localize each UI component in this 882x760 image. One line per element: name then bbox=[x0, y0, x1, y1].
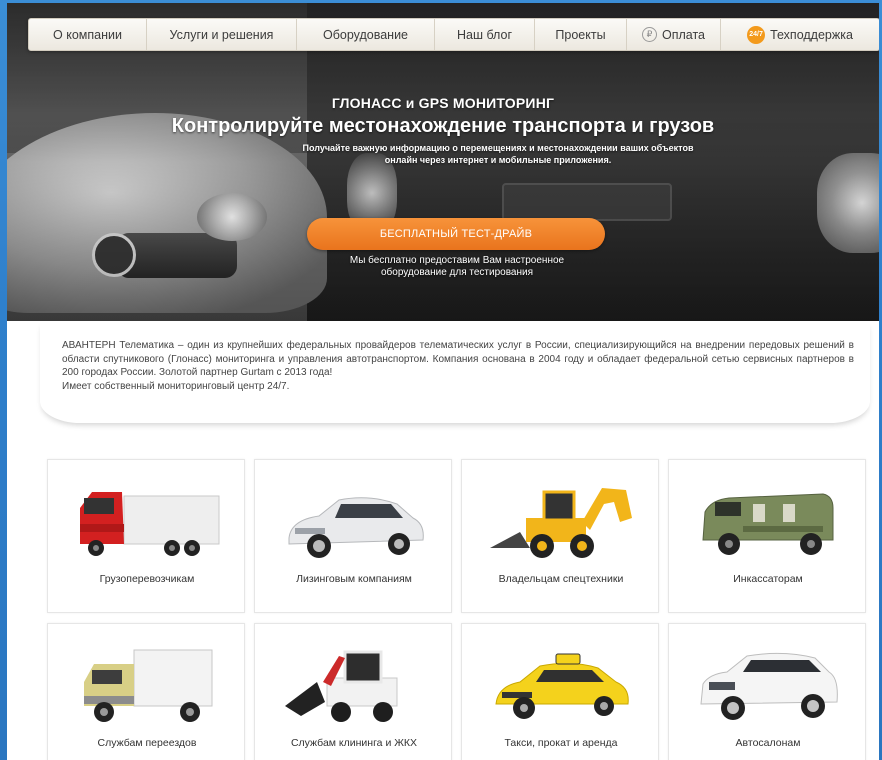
moving-van-icon bbox=[84, 649, 213, 722]
armored-van-icon bbox=[702, 493, 834, 555]
nav-label: Проекты bbox=[555, 27, 606, 42]
card-taxi-rental[interactable]: Такси, прокат и аренда bbox=[461, 623, 659, 760]
nav-item-blog[interactable]: Наш блог bbox=[435, 19, 535, 50]
card-freight-carriers[interactable]: Грузоперевозчикам bbox=[47, 459, 245, 613]
nav-label: Наш блог bbox=[456, 27, 513, 42]
nav-label: О компании bbox=[53, 27, 122, 42]
card-label: Автосалонам bbox=[735, 737, 801, 749]
about-text: АВАНТЕРН Телематика – один из крупнейших… bbox=[62, 339, 854, 393]
nav-label: Оборудование bbox=[322, 27, 409, 42]
nav-label: Техподдержка bbox=[770, 27, 853, 42]
nav-label: Оплата bbox=[662, 27, 705, 42]
truck-icon bbox=[80, 492, 220, 556]
nav-label: Услуги и решения bbox=[169, 27, 274, 42]
page: ГЛОНАСС и GPS МОНИТОРИНГ Контролируйте м… bbox=[7, 3, 879, 760]
about-company-block: АВАНТЕРН Телематика – один из крупнейших… bbox=[40, 321, 870, 423]
card-moving-services[interactable]: Службам переездов bbox=[47, 623, 245, 760]
hero-text-block: ГЛОНАСС и GPS МОНИТОРИНГ Контролируйте м… bbox=[7, 95, 879, 166]
hero-description-line-2: онлайн через интернет и мобильные прилож… bbox=[384, 155, 612, 165]
cta-note-line-1: Мы бесплатно предоставим Вам настроенное bbox=[349, 255, 565, 266]
card-label: Владельцам спецтехники bbox=[498, 573, 624, 585]
cta-note: Мы бесплатно предоставим Вам настроенное… bbox=[277, 255, 637, 279]
about-text-main: АВАНТЕРН Телематика – один из крупнейших… bbox=[62, 340, 854, 378]
hero-title: Контролируйте местонахождение транспорта… bbox=[171, 115, 715, 137]
card-label: Службам клининга и ЖКХ bbox=[290, 737, 418, 749]
card-label: Службам переездов bbox=[97, 737, 197, 749]
hero-description-line-1: Получайте важную информацию о перемещени… bbox=[302, 143, 694, 153]
nav-item-payment[interactable]: ₽ Оплата bbox=[627, 19, 721, 50]
hero-description: Получайте важную информацию о перемещени… bbox=[7, 142, 879, 166]
support-24-7-icon: 24/7 bbox=[747, 25, 766, 44]
card-car-dealerships[interactable]: Автосалонам bbox=[668, 623, 866, 760]
card-special-machinery[interactable]: Владельцам спецтехники bbox=[461, 459, 659, 613]
hero-subtitle: ГЛОНАСС и GPS МОНИТОРИНГ bbox=[331, 95, 555, 111]
card-label: Грузоперевозчикам bbox=[99, 573, 195, 585]
nav-item-support[interactable]: 24/7 Техподдержка bbox=[721, 19, 879, 50]
nav-item-equipment[interactable]: Оборудование bbox=[297, 19, 435, 50]
nav-item-about[interactable]: О компании bbox=[29, 19, 147, 50]
about-text-monitoring-center: Имеет собственный мониторинговый центр 2… bbox=[62, 380, 290, 392]
payment-icon: ₽ bbox=[642, 27, 657, 42]
free-test-drive-button[interactable]: БЕСПЛАТНЫЙ ТЕСТ-ДРАЙВ bbox=[307, 218, 605, 250]
nav-item-projects[interactable]: Проекты bbox=[535, 19, 627, 50]
nav-item-services[interactable]: Услуги и решения bbox=[147, 19, 297, 50]
suv-icon bbox=[700, 652, 838, 720]
skid-loader-icon bbox=[285, 650, 398, 722]
card-label: Лизинговым компаниям bbox=[296, 573, 412, 585]
card-label: Такси, прокат и аренда bbox=[504, 737, 618, 749]
card-leasing-companies[interactable]: Лизинговым компаниям bbox=[254, 459, 452, 613]
card-cleaning-utilities[interactable]: Службам клининга и ЖКХ bbox=[254, 623, 452, 760]
cta-note-line-2: оборудование для тестирования bbox=[380, 267, 534, 278]
car-icon bbox=[288, 497, 424, 558]
excavator-icon bbox=[490, 488, 632, 558]
card-cash-collectors[interactable]: Инкассаторам bbox=[668, 459, 866, 613]
taxi-icon bbox=[495, 653, 629, 719]
main-nav: О компании Услуги и решения Оборудование… bbox=[28, 18, 879, 51]
card-label: Инкассаторам bbox=[733, 573, 803, 585]
